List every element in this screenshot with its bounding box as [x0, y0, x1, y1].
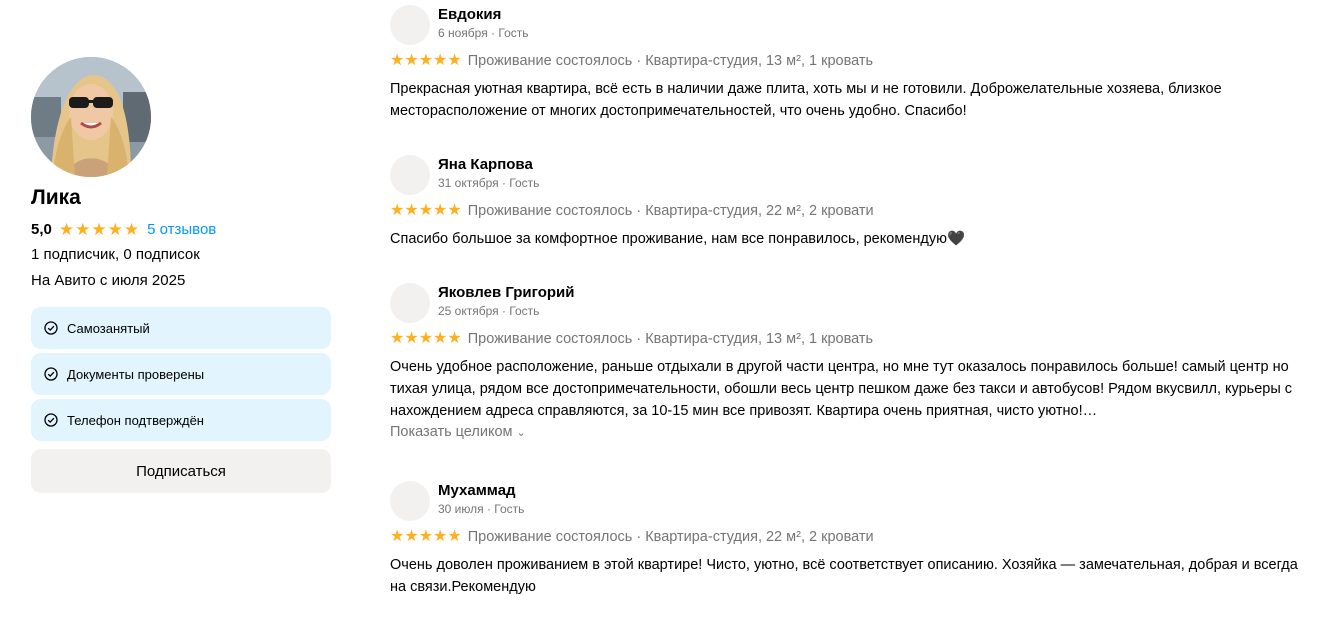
chevron-down-icon: ⌄ — [516, 426, 526, 439]
badge-label: Телефон подтверждён — [67, 412, 204, 428]
reviewer-name[interactable]: Яковлев Григорий — [438, 283, 574, 303]
subscribe-button[interactable]: Подписаться — [31, 449, 331, 493]
star-icon: ★ — [390, 52, 405, 69]
review-date: 31 октября · Гость — [438, 176, 540, 190]
star-icon: ★ — [447, 528, 462, 545]
star-icon: ★ — [433, 330, 448, 347]
badge-documents-verified: Документы проверены — [31, 353, 331, 395]
star-icon: ★ — [447, 52, 462, 69]
star-icon: ★ — [418, 52, 434, 69]
check-circle-icon — [44, 321, 58, 335]
stay-info: Проживание состоялось · Квартира-студия,… — [467, 53, 874, 69]
review-text: Спасибо большое за комфортное проживание… — [390, 231, 966, 247]
review-header: Евдокия 6 ноября · Гость — [390, 0, 1310, 45]
check-circle-icon — [44, 367, 58, 381]
followers-text: 1 подписчик, 0 подписок — [31, 246, 200, 263]
member-since-text: На Авито с июля 2025 — [31, 272, 186, 289]
star-icon: ★ — [123, 219, 140, 239]
reviewer-name[interactable]: Евдокия — [438, 5, 529, 25]
badge-self-employed: Самозанятый — [31, 307, 331, 349]
show-full-review-link[interactable]: Показать целиком ⌄ — [390, 424, 526, 440]
review-item: Мухаммад 30 июля · Гость ★ ★ ★ ★ ★ Проживани… — [390, 476, 1310, 598]
rating-value: 5,0 — [31, 220, 52, 238]
review-header: Мухаммад 30 июля · Гость — [390, 476, 1310, 521]
review-rating-line: ★ ★ ★ ★ ★ Проживание состоялось · Квартира-с… — [390, 527, 1310, 547]
review-stars: ★ ★ ★ ★ ★ — [390, 331, 462, 347]
star-icon: ★ — [404, 528, 419, 545]
star-icon: ★ — [447, 202, 462, 219]
review-date: 30 июля · Гость — [438, 502, 525, 516]
rating-row: 5,0 ★ ★ ★ ★ ★ 5 отзывов — [31, 219, 331, 239]
reviewer-avatar[interactable] — [390, 5, 430, 45]
star-icon: ★ — [390, 528, 405, 545]
star-icon: ★ — [91, 219, 107, 239]
star-icon: ★ — [58, 219, 75, 239]
star-icon: ★ — [418, 202, 434, 219]
badge-label: Самозанятый — [67, 320, 150, 336]
star-icon: ★ — [404, 330, 419, 347]
review-rating-line: ★ ★ ★ ★ ★ Проживание состоялось · Квартира-с… — [390, 201, 1310, 221]
reviewer-meta: Евдокия 6 ноября · Гость — [438, 0, 529, 41]
show-full-label: Показать целиком — [390, 424, 513, 440]
star-icon: ★ — [390, 330, 405, 347]
review-rating-line: ★ ★ ★ ★ ★ Проживание состоялось · Квартира-с… — [390, 329, 1310, 349]
review-item: Яковлев Григорий 25 октября · Гость ★ ★ ★ ★… — [390, 278, 1310, 441]
star-icon: ★ — [75, 219, 91, 239]
star-icon: ★ — [107, 219, 123, 239]
reviewer-meta: Мухаммад 30 июля · Гость — [438, 476, 524, 517]
reviewer-name[interactable]: Мухаммад — [438, 481, 524, 501]
stay-info: Проживание состоялось · Квартира-студия,… — [467, 529, 874, 545]
verification-badges: Самозанятый Документы проверены Телефон … — [31, 307, 331, 441]
star-icon: ★ — [447, 330, 462, 347]
star-icon: ★ — [404, 52, 419, 69]
review-text: Очень удобное расположение, раньше отдых… — [390, 359, 1293, 419]
star-icon: ★ — [390, 202, 405, 219]
review-date: 6 ноября · Гость — [438, 26, 529, 40]
star-icon: ★ — [433, 528, 448, 545]
reviewer-avatar[interactable] — [390, 155, 430, 195]
star-icon: ★ — [433, 52, 448, 69]
reviewer-avatar[interactable] — [390, 481, 430, 521]
stay-info: Проживание состоялось · Квартира-студия,… — [467, 203, 874, 219]
star-icon: ★ — [418, 330, 434, 347]
rating-stars: ★ ★ ★ ★ ★ — [59, 221, 139, 238]
reviewer-meta: Яна Карпова 31 октября · Гость — [438, 150, 539, 191]
review-header: Яковлев Григорий 25 октября · Гость — [390, 278, 1310, 323]
review-stars: ★ ★ ★ ★ ★ — [390, 53, 462, 69]
stay-info: Проживание состоялось · Квартира-студия,… — [467, 331, 874, 347]
profile-name: Лика — [31, 186, 81, 209]
badge-phone-verified: Телефон подтверждён — [31, 399, 331, 441]
review-text: Очень доволен проживанием в этой квартир… — [390, 557, 1298, 595]
star-icon: ★ — [404, 202, 419, 219]
reviewer-avatar[interactable] — [390, 283, 430, 323]
review-header: Яна Карпова 31 октября · Гость — [390, 150, 1310, 195]
review-rating-line: ★ ★ ★ ★ ★ Проживание состоялось · Квартира-с… — [390, 51, 1310, 71]
review-text: Прекрасная уютная квартира, всё есть в н… — [390, 81, 1222, 119]
reviews-count-link[interactable]: 5 отзывов — [147, 221, 216, 238]
review-stars: ★ ★ ★ ★ ★ — [390, 203, 462, 219]
review-stars: ★ ★ ★ ★ ★ — [390, 529, 462, 545]
profile-panel: Лика 5,0 ★ ★ ★ ★ ★ 5 отзывов 1 подписчик… — [31, 57, 331, 493]
badge-label: Документы проверены — [67, 366, 205, 382]
star-icon: ★ — [433, 202, 448, 219]
star-icon: ★ — [418, 528, 434, 545]
reviewer-meta: Яковлев Григорий 25 октября · Гость — [438, 278, 574, 319]
check-circle-icon — [44, 413, 58, 427]
avatar[interactable] — [31, 57, 151, 177]
reviewer-name[interactable]: Яна Карпова — [438, 155, 539, 175]
review-date: 25 октября · Гость — [438, 304, 540, 318]
review-item: Евдокия 6 ноября · Гость ★ ★ ★ ★ ★ Проживани… — [390, 0, 1310, 122]
review-item: Яна Карпова 31 октября · Гость ★ ★ ★ ★ ★ Про… — [390, 150, 1310, 250]
